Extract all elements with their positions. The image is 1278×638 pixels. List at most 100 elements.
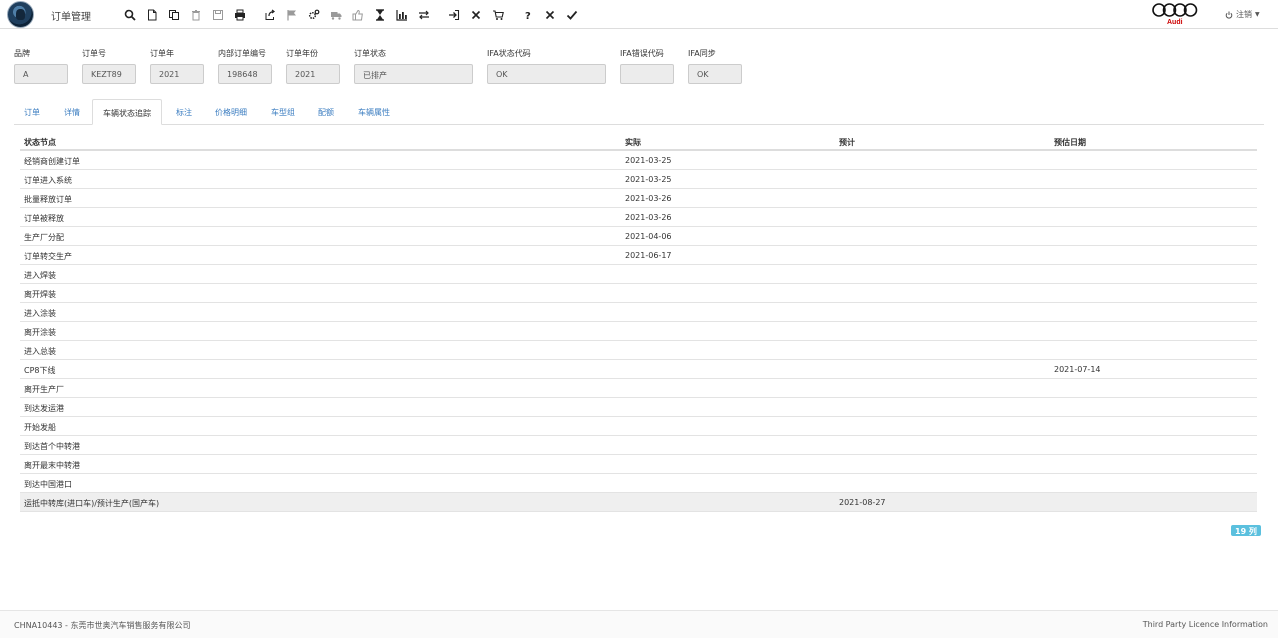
table-header: 状态节点 实际 预计 预估日期 <box>20 132 1257 151</box>
order-year-2-field: 订单年份 2021 <box>286 48 340 84</box>
truck-icon[interactable] <box>325 6 347 23</box>
dealer-info: CHNA10443 - 东莞市世奥汽车销售服务有限公司 <box>14 621 191 630</box>
copy-icon[interactable] <box>163 6 185 23</box>
share-icon[interactable] <box>259 6 281 23</box>
new-document-icon[interactable] <box>141 6 163 23</box>
field-label: IFA错误代码 <box>620 49 664 58</box>
table-row[interactable]: 订单转交生产 2021-06-17 <box>20 246 1257 265</box>
ifa-status-code-field: IFA状态代码 OK <box>487 48 606 84</box>
cell-status-node: 订单转交生产 <box>24 252 72 261</box>
settings-icon[interactable] <box>303 6 325 23</box>
tab-price-details[interactable]: 价格明细 <box>215 99 247 125</box>
delete-icon[interactable] <box>185 6 207 23</box>
tab-model-group[interactable]: 车型组 <box>271 99 295 125</box>
table-row[interactable]: 订单被释放 2021-03-26 <box>20 208 1257 227</box>
cell-status-node: 生产厂分配 <box>24 233 64 242</box>
brand-logo-text: Audi <box>1167 19 1183 26</box>
cell-status-node: 离开涂装 <box>24 328 56 337</box>
field-label: 订单状态 <box>354 49 386 58</box>
cell-actual: 2021-03-25 <box>625 156 672 165</box>
table-row[interactable]: 生产厂分配 2021-04-06 <box>20 227 1257 246</box>
cell-status-node: 订单被释放 <box>24 214 64 223</box>
swap-icon[interactable] <box>413 6 435 23</box>
tab-annotation[interactable]: 标注 <box>176 99 192 125</box>
search-icon[interactable] <box>119 6 141 23</box>
company-logo[interactable] <box>7 1 34 28</box>
field-value[interactable]: 2021 <box>286 64 340 84</box>
field-label: IFA状态代码 <box>487 49 531 58</box>
tab-quota[interactable]: 配额 <box>318 99 334 125</box>
table-row[interactable]: 离开焊装 <box>20 284 1257 303</box>
table-row[interactable]: 离开最末中转港 <box>20 455 1257 474</box>
cell-status-node: 进入总装 <box>24 347 56 356</box>
field-label: IFA同步 <box>688 49 716 58</box>
cell-status-node: 批量释放订单 <box>24 195 72 204</box>
cell-estimated-date: 2021-07-14 <box>1054 365 1101 374</box>
tab-vehicle-status-tracking[interactable]: 车辆状态追踪 <box>92 99 162 125</box>
column-header-planned[interactable]: 预计 <box>839 137 855 148</box>
field-label: 内部订单编号 <box>218 49 266 58</box>
table-row[interactable]: 进入总装 <box>20 341 1257 360</box>
hourglass-icon[interactable] <box>369 6 391 23</box>
brand-field: 品牌 A <box>14 48 68 84</box>
cart-icon[interactable] <box>487 6 509 23</box>
table-row[interactable]: 进入涂装 <box>20 303 1257 322</box>
table-row[interactable]: 离开涂装 <box>20 322 1257 341</box>
cell-actual: 2021-03-26 <box>625 213 672 222</box>
table-row[interactable]: 进入焊装 <box>20 265 1257 284</box>
table-row[interactable]: 到达中国港口 <box>20 474 1257 493</box>
cell-planned: 2021-08-27 <box>839 498 886 507</box>
column-header-actual[interactable]: 实际 <box>625 137 641 148</box>
field-value[interactable]: KEZT89 <box>82 64 136 84</box>
chart-icon[interactable] <box>391 6 413 23</box>
table-row[interactable]: 到达首个中转港 <box>20 436 1257 455</box>
close-icon[interactable] <box>465 6 487 23</box>
toolbar: ? <box>119 6 583 23</box>
field-value[interactable]: 已排产 <box>354 64 473 84</box>
logout-menu[interactable]: 注销 ▼ <box>1225 9 1260 20</box>
cell-status-node: 到达中国港口 <box>24 480 72 489</box>
column-header-status-node[interactable]: 状态节点 <box>24 137 56 148</box>
help-icon[interactable]: ? <box>517 6 539 23</box>
confirm-icon[interactable] <box>561 6 583 23</box>
field-value[interactable]: 198648 <box>218 64 272 84</box>
cell-status-node: 到达发运港 <box>24 404 64 413</box>
order-status-field: 订单状态 已排产 <box>354 48 473 84</box>
table-row[interactable]: 经销商创建订单 2021-03-25 <box>20 151 1257 170</box>
table-row[interactable]: CP8下线 2021-07-14 <box>20 360 1257 379</box>
third-party-licence-link[interactable]: Third Party Licence Information <box>1143 620 1268 629</box>
table-row[interactable]: 运抵中转库(进口车)/预计生产(国产车) 2021-08-27 <box>20 493 1257 512</box>
tab-details[interactable]: 详情 <box>64 99 80 125</box>
table-row[interactable]: 到达发运港 <box>20 398 1257 417</box>
cancel-icon[interactable] <box>539 6 561 23</box>
print-icon[interactable] <box>229 6 251 23</box>
field-value[interactable]: 2021 <box>150 64 204 84</box>
field-value[interactable] <box>620 64 674 84</box>
cell-status-node: 经销商创建订单 <box>24 157 80 166</box>
caret-down-icon: ▼ <box>1255 11 1260 18</box>
internal-order-number-field: 内部订单编号 198648 <box>218 48 272 84</box>
save-icon[interactable] <box>207 6 229 23</box>
field-value[interactable]: OK <box>487 64 606 84</box>
thumbs-up-icon[interactable] <box>347 6 369 23</box>
table-row[interactable]: 开始发船 <box>20 417 1257 436</box>
svg-text:?: ? <box>525 11 531 21</box>
field-value[interactable]: A <box>14 64 68 84</box>
login-icon[interactable] <box>443 6 465 23</box>
order-number-field: 订单号 KEZT89 <box>82 48 136 84</box>
logout-label: 注销 <box>1236 10 1252 19</box>
cell-status-node: 运抵中转库(进口车)/预计生产(国产车) <box>24 499 160 508</box>
table-row[interactable]: 批量释放订单 2021-03-26 <box>20 189 1257 208</box>
table-row[interactable]: 离开生产厂 <box>20 379 1257 398</box>
cell-status-node: 离开最末中转港 <box>24 461 80 470</box>
table-row[interactable]: 订单进入系统 2021-03-25 <box>20 170 1257 189</box>
cell-status-node: 开始发船 <box>24 423 56 432</box>
app-title: 订单管理 <box>51 12 91 23</box>
ifa-sync-field: IFA同步 OK <box>688 48 742 84</box>
field-value[interactable]: OK <box>688 64 742 84</box>
field-label: 订单年 <box>150 49 174 58</box>
flag-icon[interactable] <box>281 6 303 23</box>
tab-order[interactable]: 订单 <box>24 99 40 125</box>
tab-vehicle-attributes[interactable]: 车辆属性 <box>358 99 390 125</box>
column-header-estimated-date[interactable]: 预估日期 <box>1054 137 1086 148</box>
